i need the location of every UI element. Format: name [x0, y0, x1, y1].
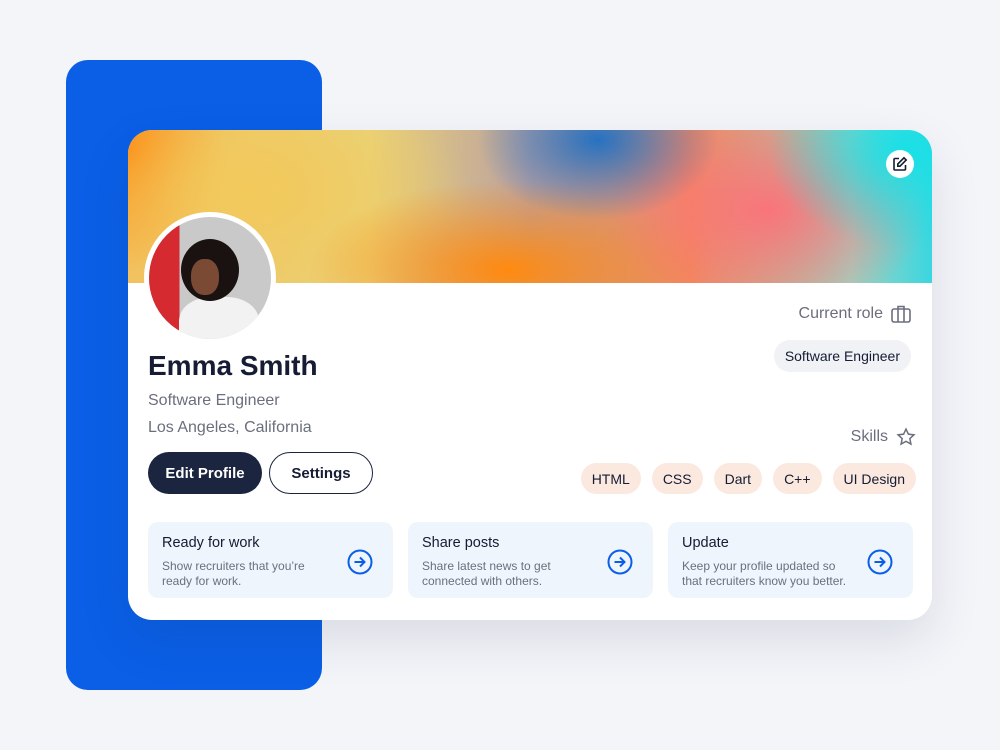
profile-location: Los Angeles, California — [148, 419, 312, 436]
tile-update[interactable]: Update Keep your profile updated so that… — [668, 522, 913, 598]
profile-card: Emma Smith Software Engineer Los Angeles… — [128, 130, 932, 620]
skill-chip: HTML — [580, 463, 641, 494]
action-tiles: Ready for work Show recruiters that you’… — [148, 522, 913, 598]
tile-ready-for-work[interactable]: Ready for work Show recruiters that you’… — [148, 522, 393, 598]
briefcase-icon — [891, 305, 911, 323]
profile-name: Emma Smith — [148, 350, 318, 381]
current-role-text: Current role — [798, 305, 883, 322]
tile-description: Keep your profile updated so that recrui… — [682, 559, 847, 588]
arrow-right-circle-icon[interactable] — [347, 549, 373, 575]
skills-list: HTML CSS Dart C++ UI Design — [580, 463, 916, 494]
current-role-badge: Software Engineer — [773, 340, 911, 372]
current-role-label: Current role — [799, 305, 911, 323]
edit-profile-button[interactable]: Edit Profile — [148, 452, 262, 494]
skill-chip: C++ — [773, 463, 822, 494]
star-icon — [896, 427, 916, 446]
avatar — [144, 212, 276, 344]
skills-label: Skills — [851, 427, 916, 447]
profile-title: Software Engineer — [148, 392, 280, 409]
settings-button[interactable]: Settings — [269, 452, 373, 494]
tile-description: Share latest news to get connected with … — [422, 559, 551, 588]
skills-text: Skills — [850, 428, 888, 445]
arrow-right-circle-icon[interactable] — [867, 549, 893, 575]
skill-chip: UI Design — [832, 463, 916, 494]
edit-cover-icon[interactable] — [886, 150, 914, 178]
tile-description: Show recruiters that you’re ready for wo… — [162, 559, 305, 588]
skill-chip: CSS — [651, 463, 703, 494]
arrow-right-circle-icon[interactable] — [607, 549, 633, 575]
tile-share-posts[interactable]: Share posts Share latest news to get con… — [408, 522, 653, 598]
skill-chip: Dart — [713, 463, 763, 494]
